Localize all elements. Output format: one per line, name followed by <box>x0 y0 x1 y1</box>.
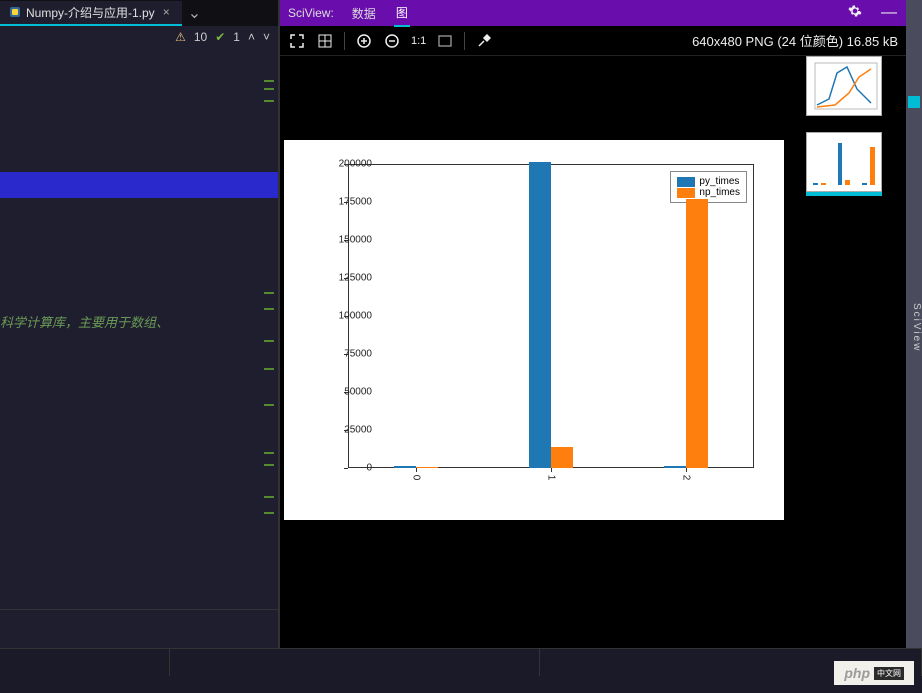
x-tick-label: 0 <box>410 475 421 481</box>
thumbnail[interactable]: × <box>806 56 906 116</box>
code-comment: 科学计算库，主要用于数组、 <box>0 312 169 331</box>
chevron-down-icon[interactable]: ⌄ <box>182 3 207 23</box>
image-toolbar: 1:1 640x480 PNG (24 位颜色) 16.85 kB <box>280 26 906 56</box>
sciview-side-label: SciView <box>911 303 922 352</box>
sciview-stripe-icon <box>908 96 920 108</box>
chart-figure: py_times np_times 0250005000075000100000… <box>284 140 784 520</box>
tab-image[interactable]: 图 <box>394 0 410 27</box>
editor-tab[interactable]: Numpy-介绍与应用-1.py × <box>0 1 182 26</box>
legend-label: np_times <box>699 187 740 198</box>
warning-icon: ⚠ <box>175 30 186 44</box>
bar <box>529 162 551 468</box>
check-icon: ✔ <box>215 30 225 44</box>
zoom-out-icon[interactable] <box>383 32 401 50</box>
watermark-brand: php <box>844 665 870 681</box>
zoom-in-icon[interactable] <box>355 32 373 50</box>
fullscreen-icon[interactable] <box>288 32 306 50</box>
bar <box>664 466 686 468</box>
line-chart-thumb <box>807 57 881 115</box>
legend-label: py_times <box>699 176 739 187</box>
check-count: 1 <box>233 30 240 44</box>
bar <box>551 447 573 468</box>
bar <box>394 466 416 468</box>
python-file-icon <box>8 5 22 19</box>
editor-gutter <box>260 44 278 644</box>
x-tick-label: 2 <box>681 475 692 481</box>
x-tick-label: 1 <box>545 475 556 481</box>
legend: py_times np_times <box>670 171 747 203</box>
chevron-up-icon[interactable]: ˄ <box>248 30 255 44</box>
bar-chart-thumb <box>807 133 881 191</box>
sciview-title: SciView: <box>288 6 334 20</box>
sciview-pane: SciView: 数据 图 — 1:1 640x480 PNG (24 位颜色 <box>278 0 906 648</box>
thumbnail-list: × × <box>806 56 906 208</box>
minimize-icon[interactable]: — <box>880 4 898 22</box>
grid-icon[interactable] <box>316 32 334 50</box>
selection-highlight <box>0 172 278 198</box>
bar <box>686 199 708 468</box>
tab-filename: Numpy-介绍与应用-1.py <box>26 4 155 21</box>
status-bar: php 中文网 <box>0 648 922 693</box>
bar <box>416 467 438 468</box>
legend-item: np_times <box>677 187 740 198</box>
eyedropper-icon[interactable] <box>475 32 493 50</box>
ratio-label[interactable]: 1:1 <box>411 32 426 50</box>
legend-item: py_times <box>677 176 740 187</box>
thumbnail-active[interactable]: × <box>806 132 906 192</box>
editor-pane: Numpy-介绍与应用-1.py × ⌄ ⚠ 10 ✔ 1 ˄ ˅ 科学计算库，… <box>0 0 278 648</box>
warning-count: 10 <box>194 30 207 44</box>
close-icon[interactable]: × <box>159 5 174 19</box>
inspection-status: ⚠ 10 ✔ 1 ˄ ˅ <box>0 26 278 48</box>
watermark-suffix: 中文网 <box>874 667 904 680</box>
tool-window-stripe[interactable]: SciView <box>906 0 922 648</box>
gear-icon[interactable] <box>846 4 864 23</box>
chevron-down-icon[interactable]: ˅ <box>263 30 270 44</box>
active-indicator <box>806 192 882 196</box>
editor-tabs: Numpy-介绍与应用-1.py × ⌄ <box>0 0 278 26</box>
fit-icon[interactable] <box>436 32 454 50</box>
sciview-header: SciView: 数据 图 — <box>280 0 906 26</box>
watermark: php 中文网 <box>834 661 914 685</box>
divider <box>0 609 278 610</box>
image-info: 640x480 PNG (24 位颜色) 16.85 kB <box>692 31 898 50</box>
tab-data[interactable]: 数据 <box>350 1 378 26</box>
